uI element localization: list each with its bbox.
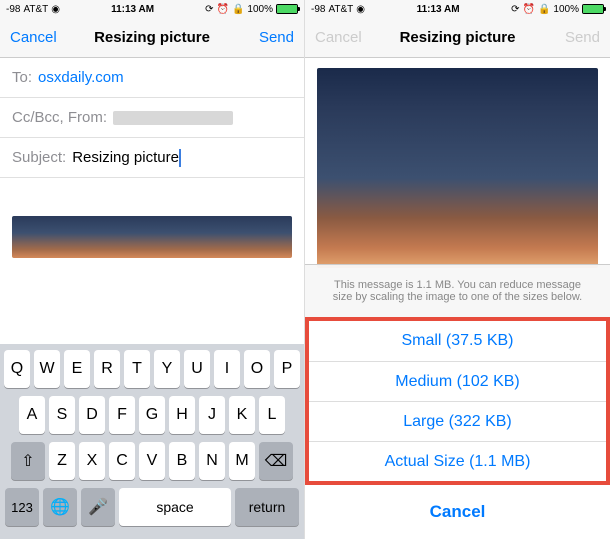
- return-key[interactable]: return: [235, 488, 299, 526]
- text-cursor: [179, 149, 181, 167]
- alarm-icon: ⏰: [217, 4, 229, 15]
- key-t[interactable]: T: [124, 350, 150, 388]
- image-attachment-preview: [317, 68, 598, 268]
- to-label: To:: [12, 69, 32, 86]
- subject-value: Resizing picture: [72, 149, 179, 166]
- size-option-large[interactable]: Large (322 KB): [309, 401, 606, 441]
- battery-icon: [276, 4, 298, 14]
- numbers-key[interactable]: 123: [5, 488, 39, 526]
- key-r[interactable]: R: [94, 350, 120, 388]
- size-option-medium[interactable]: Medium (102 KB): [309, 361, 606, 401]
- to-value: osxdaily.com: [38, 69, 124, 86]
- right-screenshot: -98 AT&T ◉ 11:13 AM ⟳ ⏰ 🔒 100% Cancel Re…: [305, 0, 610, 539]
- key-u[interactable]: U: [184, 350, 210, 388]
- from-value-redacted: [113, 111, 233, 125]
- orientation-lock-icon: ⟳: [511, 4, 519, 15]
- key-w[interactable]: W: [34, 350, 60, 388]
- status-bar: -98 AT&T ◉ 11:13 AM ⟳ ⏰ 🔒 100%: [305, 0, 610, 18]
- nav-bar: Cancel Resizing picture Send: [0, 18, 304, 58]
- ccbcc-field[interactable]: Cc/Bcc, From:: [0, 98, 304, 138]
- status-time: 11:13 AM: [111, 4, 154, 15]
- subject-label: Subject:: [12, 149, 66, 166]
- send-button[interactable]: Send: [242, 29, 294, 46]
- orientation-lock-icon: ⟳: [205, 4, 213, 15]
- shift-key[interactable]: ⇧: [11, 442, 45, 480]
- signal-strength: -98: [311, 4, 325, 15]
- compose-fields: To: osxdaily.com Cc/Bcc, From: Subject: …: [0, 58, 304, 178]
- subject-field[interactable]: Subject: Resizing picture: [0, 138, 304, 178]
- nav-bar: Cancel Resizing picture Send: [305, 18, 610, 58]
- alarm-icon: ⏰: [523, 4, 535, 15]
- ccbcc-label: Cc/Bcc, From:: [12, 109, 107, 126]
- key-z[interactable]: Z: [49, 442, 75, 480]
- key-n[interactable]: N: [199, 442, 225, 480]
- lock-icon: 🔒: [538, 4, 550, 15]
- nav-title: Resizing picture: [94, 29, 210, 46]
- cancel-button: Cancel: [315, 29, 367, 46]
- key-d[interactable]: D: [79, 396, 105, 434]
- key-v[interactable]: V: [139, 442, 165, 480]
- space-key[interactable]: space: [119, 488, 231, 526]
- sheet-cancel-button[interactable]: Cancel: [312, 492, 603, 532]
- key-j[interactable]: J: [199, 396, 225, 434]
- size-option-small[interactable]: Small (37.5 KB): [309, 321, 606, 361]
- key-h[interactable]: H: [169, 396, 195, 434]
- key-e[interactable]: E: [64, 350, 90, 388]
- left-screenshot: -98 AT&T ◉ 11:13 AM ⟳ ⏰ 🔒 100% Cancel Re…: [0, 0, 305, 539]
- carrier-label: AT&T: [23, 4, 48, 15]
- sheet-options-highlighted: Small (37.5 KB) Medium (102 KB) Large (3…: [305, 317, 610, 485]
- wifi-icon: ◉: [51, 4, 60, 15]
- key-b[interactable]: B: [169, 442, 195, 480]
- wifi-icon: ◉: [356, 4, 365, 15]
- battery-percent: 100%: [247, 4, 273, 15]
- key-q[interactable]: Q: [4, 350, 30, 388]
- globe-key[interactable]: 🌐: [43, 488, 77, 526]
- battery-icon: [582, 4, 604, 14]
- lock-icon: 🔒: [232, 4, 244, 15]
- signal-strength: -98: [6, 4, 20, 15]
- body-area[interactable]: [0, 178, 304, 216]
- key-f[interactable]: F: [109, 396, 135, 434]
- battery-percent: 100%: [553, 4, 579, 15]
- key-m[interactable]: M: [229, 442, 255, 480]
- key-y[interactable]: Y: [154, 350, 180, 388]
- key-k[interactable]: K: [229, 396, 255, 434]
- nav-title: Resizing picture: [400, 29, 516, 46]
- key-c[interactable]: C: [109, 442, 135, 480]
- key-i[interactable]: I: [214, 350, 240, 388]
- key-s[interactable]: S: [49, 396, 75, 434]
- sheet-info-text: This message is 1.1 MB. You can reduce m…: [305, 264, 610, 317]
- image-attachment-preview[interactable]: [12, 216, 292, 258]
- key-g[interactable]: G: [139, 396, 165, 434]
- keyboard: QWERTYUIOP ASDFGHJKL ⇧ZXCVBNM⌫ 123 🌐 🎤 s…: [0, 344, 304, 539]
- key-l[interactable]: L: [259, 396, 285, 434]
- cancel-button[interactable]: Cancel: [10, 29, 62, 46]
- size-option-actual[interactable]: Actual Size (1.1 MB): [309, 441, 606, 481]
- backspace-key[interactable]: ⌫: [259, 442, 293, 480]
- to-field[interactable]: To: osxdaily.com: [0, 58, 304, 98]
- status-time: 11:13 AM: [417, 4, 460, 15]
- key-p[interactable]: P: [274, 350, 300, 388]
- action-sheet: This message is 1.1 MB. You can reduce m…: [305, 264, 610, 539]
- status-bar: -98 AT&T ◉ 11:13 AM ⟳ ⏰ 🔒 100%: [0, 0, 304, 18]
- send-button: Send: [548, 29, 600, 46]
- key-a[interactable]: A: [19, 396, 45, 434]
- key-o[interactable]: O: [244, 350, 270, 388]
- carrier-label: AT&T: [328, 4, 353, 15]
- key-x[interactable]: X: [79, 442, 105, 480]
- mic-key[interactable]: 🎤: [81, 488, 115, 526]
